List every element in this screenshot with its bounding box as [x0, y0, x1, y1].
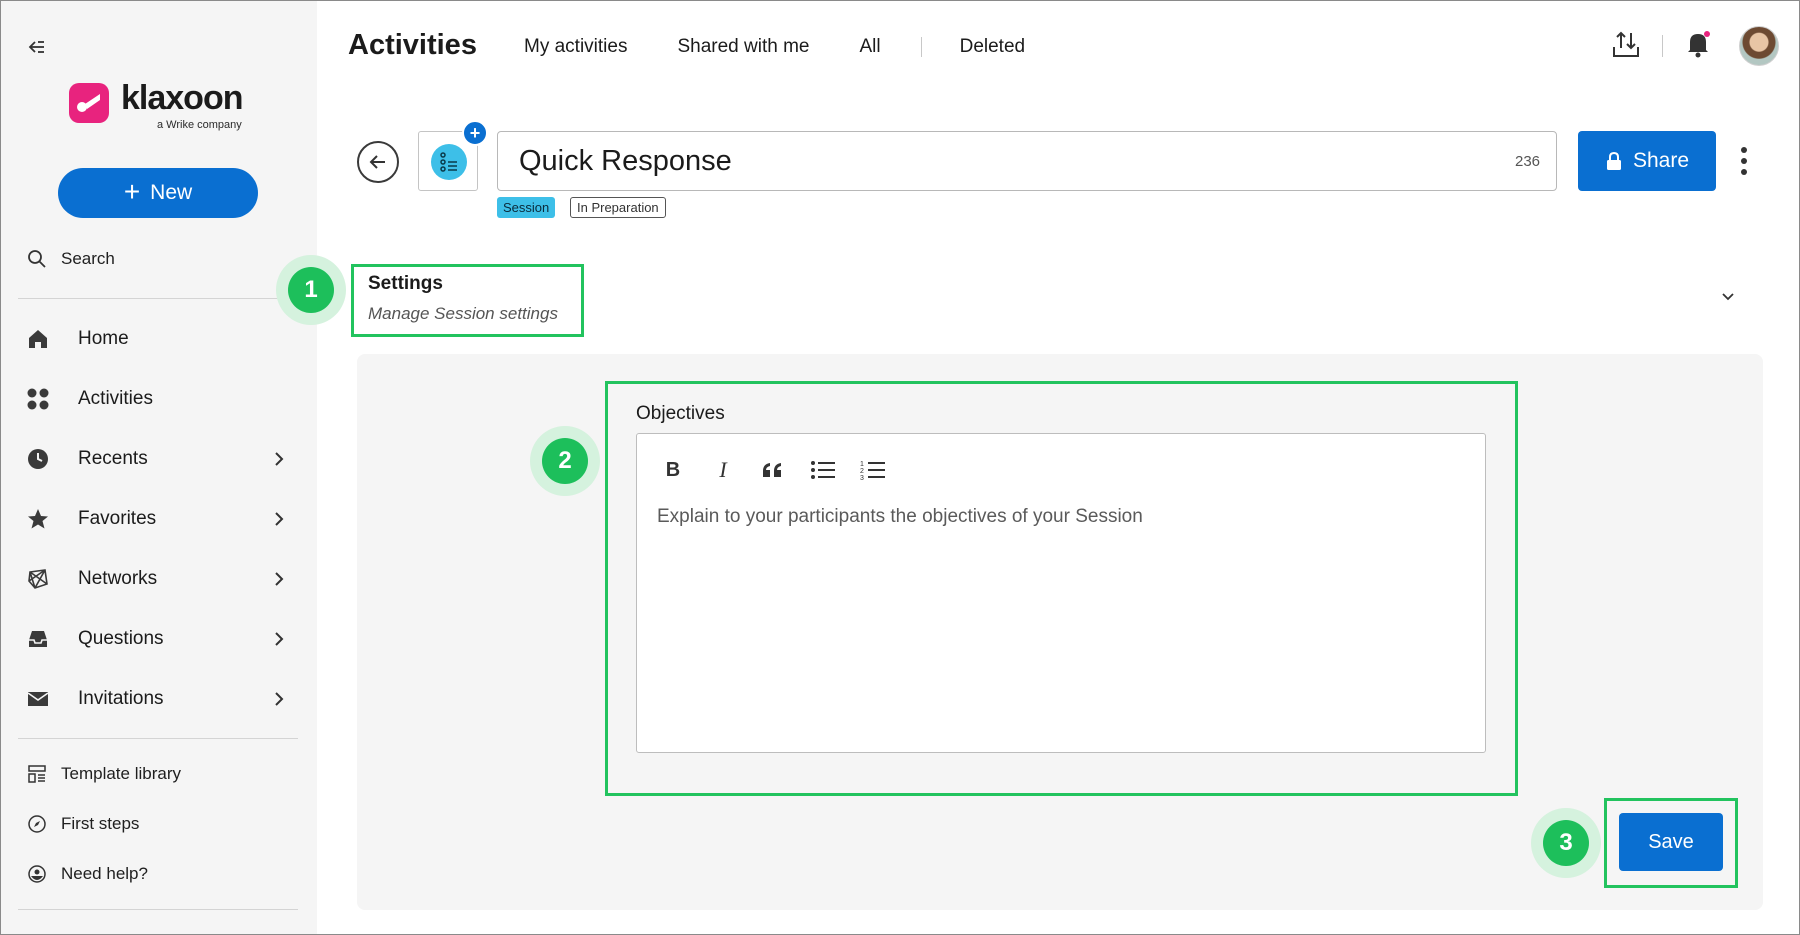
- sidebar-item-favorites[interactable]: Favorites: [25, 499, 289, 539]
- objectives-textarea[interactable]: [657, 506, 1457, 726]
- bulleted-list-icon[interactable]: [807, 454, 839, 486]
- step-marker-1: 1: [276, 255, 346, 325]
- sidebar-item-label: Home: [78, 328, 129, 349]
- header-divider: [1662, 35, 1663, 57]
- share-label: Share: [1632, 149, 1690, 172]
- sidebar-item-label: First steps: [61, 814, 140, 833]
- bold-icon[interactable]: B: [657, 454, 689, 486]
- klaxoon-logo[interactable]: klaxoon a Wrike company: [69, 79, 269, 137]
- network-icon: [25, 566, 51, 592]
- chevron-down-icon[interactable]: [1719, 287, 1737, 305]
- italic-icon[interactable]: I: [707, 454, 739, 486]
- sidebar-item-first-steps[interactable]: First steps: [27, 814, 139, 834]
- type-badge: Session: [497, 197, 556, 218]
- activity-title-input[interactable]: [497, 131, 1557, 191]
- klaxoon-logo-mark: [69, 83, 109, 123]
- chevron-right-icon: [275, 692, 284, 706]
- chevron-right-icon: [275, 572, 284, 586]
- brand-tagline: a Wrike company: [157, 119, 242, 131]
- back-button[interactable]: [357, 141, 399, 183]
- import-export-icon[interactable]: [1611, 29, 1641, 59]
- collapse-sidebar-icon[interactable]: [25, 35, 49, 59]
- divider: [18, 298, 298, 299]
- plus-icon: +: [123, 175, 141, 207]
- sidebar-item-label: Activities: [78, 388, 153, 409]
- arrow-left-icon: [369, 155, 385, 169]
- svg-text:3: 3: [860, 475, 864, 481]
- editor-toolbar: B I 123: [657, 454, 889, 486]
- sidebar-item-label: Invitations: [78, 688, 164, 709]
- tab-all[interactable]: All: [859, 36, 880, 58]
- new-button-label: New: [150, 181, 193, 204]
- star-icon: [25, 506, 51, 532]
- sidebar: klaxoon a Wrike company + New Search Hom…: [1, 1, 317, 934]
- sidebar-item-recents[interactable]: Recents: [25, 439, 289, 479]
- sidebar-item-home[interactable]: Home: [25, 319, 289, 359]
- sidebar-item-label: Networks: [78, 568, 158, 589]
- search-icon: [28, 250, 46, 268]
- svg-text:1: 1: [860, 461, 864, 468]
- quote-icon[interactable]: [757, 454, 789, 486]
- brand-name: klaxoon: [121, 79, 243, 117]
- sidebar-item-label: Favorites: [78, 508, 157, 529]
- compass-icon: [28, 815, 46, 833]
- more-options-icon[interactable]: [1734, 145, 1754, 177]
- step-number: 1: [288, 267, 334, 313]
- share-button[interactable]: Share: [1578, 131, 1716, 191]
- session-icon: [431, 144, 467, 180]
- sidebar-item-label: Need help?: [61, 864, 148, 883]
- step-number: 2: [542, 438, 588, 484]
- lock-icon: [1606, 151, 1621, 170]
- settings-header[interactable]: Settings Manage Session settings: [368, 273, 558, 324]
- divider: [18, 738, 298, 739]
- status-badge: In Preparation: [570, 197, 666, 218]
- sidebar-item-networks[interactable]: Networks: [25, 559, 289, 599]
- svg-text:2: 2: [860, 468, 864, 475]
- user-avatar[interactable]: [1739, 26, 1779, 66]
- inbox-icon: [25, 626, 51, 652]
- tab-shared-with-me[interactable]: Shared with me: [677, 36, 809, 58]
- chevron-right-icon: [275, 632, 284, 646]
- activities-icon: [25, 386, 51, 412]
- search-label: Search: [61, 249, 115, 268]
- step-marker-3: 3: [1531, 808, 1601, 878]
- tab-my-activities[interactable]: My activities: [524, 36, 627, 58]
- clock-icon: [25, 446, 51, 472]
- divider: [18, 909, 298, 910]
- template-icon: [28, 765, 46, 783]
- sidebar-item-questions[interactable]: Questions: [25, 619, 289, 659]
- char-count: 236: [1515, 153, 1541, 170]
- tab-divider: [920, 37, 922, 57]
- mail-icon: [25, 686, 51, 712]
- page-title: Activities: [348, 29, 477, 61]
- bell-icon[interactable]: [1683, 29, 1713, 59]
- sidebar-item-need-help[interactable]: Need help?: [27, 864, 148, 884]
- sidebar-item-template-library[interactable]: Template library: [27, 764, 181, 784]
- objectives-editor: B I 123: [636, 433, 1486, 753]
- objectives-label: Objectives: [636, 403, 725, 424]
- new-button[interactable]: + New: [58, 168, 258, 218]
- sidebar-item-invitations[interactable]: Invitations: [25, 679, 289, 719]
- chevron-right-icon: [275, 452, 284, 466]
- sidebar-item-label: Recents: [78, 448, 148, 469]
- step-marker-2: 2: [530, 426, 600, 496]
- save-button[interactable]: Save: [1619, 813, 1723, 871]
- add-icon-button[interactable]: +: [462, 120, 488, 146]
- sidebar-item-label: Questions: [78, 628, 164, 649]
- activity-tabs: My activities Shared with me All Deleted: [524, 36, 1025, 58]
- tab-deleted[interactable]: Deleted: [960, 36, 1026, 58]
- step-number: 3: [1543, 820, 1589, 866]
- numbered-list-icon[interactable]: 123: [857, 454, 889, 486]
- app-window: klaxoon a Wrike company + New Search Hom…: [0, 0, 1800, 935]
- settings-title: Settings: [368, 273, 443, 294]
- home-icon: [25, 326, 51, 352]
- settings-subtitle: Manage Session settings: [368, 304, 558, 323]
- sidebar-item-activities[interactable]: Activities: [25, 379, 289, 419]
- sidebar-search[interactable]: Search: [27, 249, 115, 269]
- help-icon: [28, 865, 46, 883]
- sidebar-item-label: Template library: [61, 764, 181, 783]
- chevron-right-icon: [275, 512, 284, 526]
